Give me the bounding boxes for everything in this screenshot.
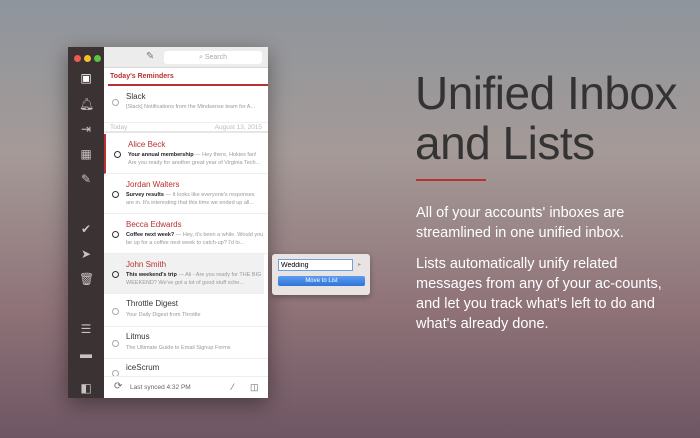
- today-label: Today: [110, 124, 128, 131]
- accent-divider: [416, 179, 486, 181]
- sync-status: Last synced 4:32 PM: [130, 384, 191, 391]
- list-row[interactable]: Litmus The Ultimate Guide to Email Signu…: [104, 327, 268, 359]
- folder-icon[interactable]: ▬: [79, 348, 93, 360]
- checkbox-icon[interactable]: [114, 151, 121, 158]
- calendar-icon[interactable]: ▦: [79, 148, 93, 160]
- search-placeholder: Search: [204, 54, 228, 61]
- snippet: Your Daily Digest from Throttle: [126, 312, 201, 318]
- subject: This weekend's trip: [126, 272, 177, 278]
- sender-name: John Smith: [126, 260, 167, 269]
- email-row-selected[interactable]: John Smith This weekend's trip — Ali - A…: [104, 254, 264, 294]
- toolbar: ✎ ⌕ Search: [104, 47, 268, 68]
- inbox-icon[interactable]: ▣: [79, 72, 93, 84]
- collapse-icon[interactable]: ◧: [79, 382, 93, 394]
- checkbox-icon[interactable]: [112, 271, 119, 278]
- email-row[interactable]: Alice Beck Your annual membership — Hey …: [104, 134, 268, 174]
- minimize-button[interactable]: [84, 55, 91, 62]
- message-list: ✎ ⌕ Search Today's Reminders Slack [Slac…: [104, 47, 268, 398]
- compose-icon[interactable]: ✎: [146, 51, 154, 62]
- reminders-divider: [108, 84, 268, 86]
- hero-paragraph-1: All of your accounts' inboxes are stream…: [416, 205, 625, 241]
- today-divider: Today August 13, 2015: [104, 123, 268, 133]
- checkbox-icon[interactable]: [112, 340, 119, 347]
- checkbox-icon[interactable]: [112, 99, 119, 106]
- trash-icon[interactable]: 🗑︎: [79, 273, 94, 285]
- zoom-button[interactable]: [94, 55, 101, 62]
- sender-name: Slack: [126, 92, 146, 101]
- email-row[interactable]: Jordan Walters Survey results — It looks…: [104, 174, 268, 214]
- sync-icon[interactable]: ⟳: [114, 381, 122, 392]
- sender-name: iceScrum: [126, 363, 160, 372]
- email-row[interactable]: Becca Edwards Coffee next week? — Hey, i…: [104, 214, 268, 254]
- checkbox-icon[interactable]: [112, 231, 119, 238]
- footer: ⟳ Last synced 4:32 PM ⁄ ◫: [104, 376, 268, 398]
- today-date: August 13, 2015: [214, 124, 262, 131]
- reminders-header: Today's Reminders: [110, 73, 174, 80]
- clear-icon[interactable]: ▸: [358, 261, 361, 268]
- subject: Survey results: [126, 192, 164, 198]
- reminder-item[interactable]: Slack [Slack] Notifications from the Min…: [104, 87, 268, 123]
- pencil-icon[interactable]: ✎: [79, 173, 93, 185]
- snippet: The Ultimate Guide to Email Signup Forms: [126, 345, 231, 351]
- sign-in-icon[interactable]: ⇥: [79, 123, 93, 135]
- checkbox-icon[interactable]: [112, 191, 119, 198]
- magic-wand-icon[interactable]: ⁄: [232, 382, 234, 392]
- sidebar: ▣ 🔔︎ ⇥ ▦ ✎ ✔ ➤ 🗑︎ ☰ ▬ ◧: [68, 47, 104, 398]
- check-icon[interactable]: ✔: [79, 223, 93, 235]
- subject: Your annual membership: [128, 152, 194, 158]
- search-input[interactable]: ⌕ Search: [164, 51, 262, 64]
- move-to-list-button[interactable]: Move to List: [278, 276, 365, 286]
- list-row[interactable]: Throttle Digest Your Daily Digest from T…: [104, 294, 268, 327]
- snippet: [Slack] Notifications from the Mindsense…: [126, 104, 255, 110]
- sender-name: Alice Beck: [128, 140, 166, 149]
- list-name-input[interactable]: [278, 259, 353, 271]
- hero-paragraph-2: Lists automatically unify related messag…: [416, 256, 662, 332]
- close-button[interactable]: [74, 55, 81, 62]
- hero-title-line1: Unified Inbox: [415, 67, 678, 119]
- move-to-list-popover: ▸ Move to List: [272, 254, 370, 295]
- hero-title-line2: and Lists: [415, 117, 595, 169]
- split-view-icon[interactable]: ◫: [250, 382, 259, 393]
- hero-title: Unified Inbox and Lists: [415, 67, 678, 169]
- sender-name: Litmus: [126, 332, 150, 341]
- sender-name: Becca Edwards: [126, 220, 182, 229]
- subject: Coffee next week?: [126, 232, 175, 238]
- app-window: ▣ 🔔︎ ⇥ ▦ ✎ ✔ ➤ 🗑︎ ☰ ▬ ◧ ✎ ⌕ Search Today…: [68, 47, 268, 398]
- sender-name: Throttle Digest: [126, 299, 179, 308]
- send-icon[interactable]: ➤: [79, 248, 93, 260]
- bell-icon[interactable]: 🔔︎: [79, 98, 94, 110]
- sender-name: Jordan Walters: [126, 180, 180, 189]
- list-icon[interactable]: ☰: [79, 323, 93, 335]
- checkbox-icon[interactable]: [112, 308, 119, 315]
